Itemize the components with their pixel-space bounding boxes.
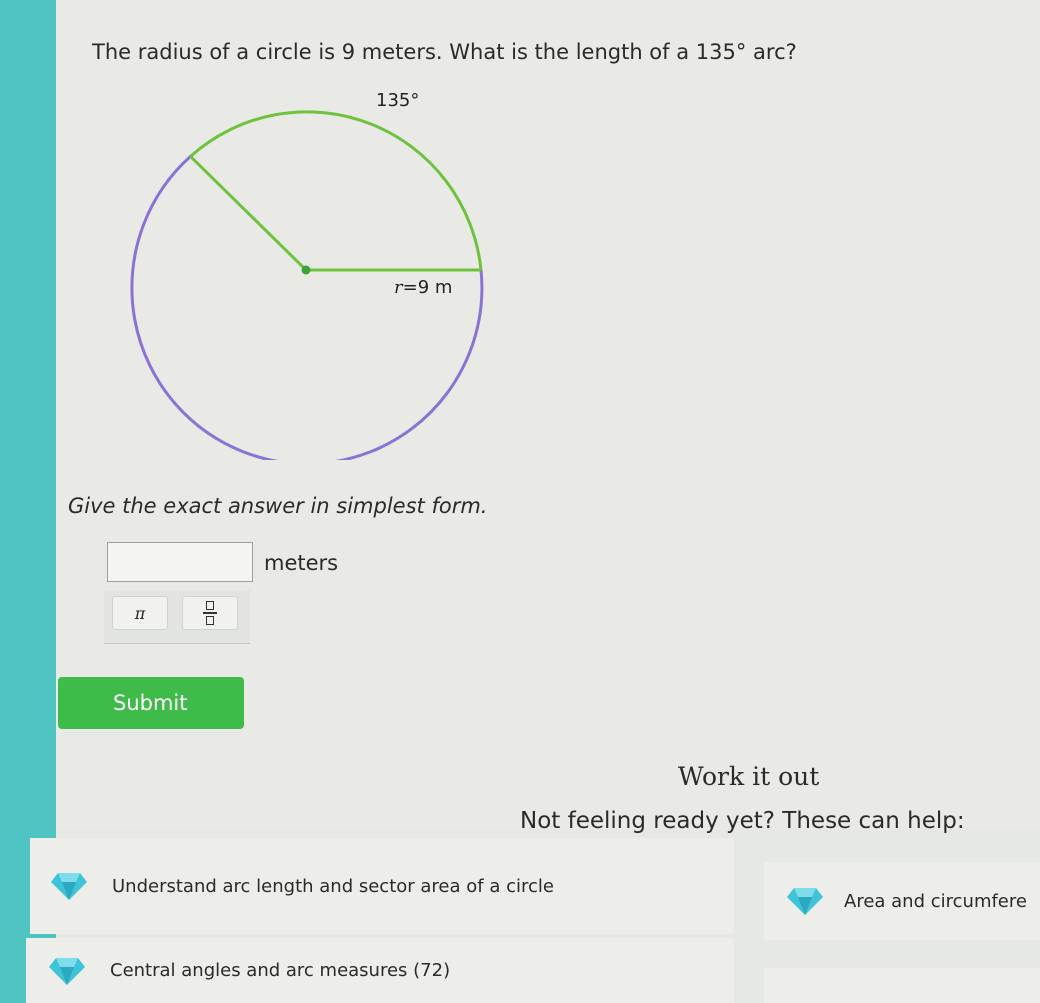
answer-input[interactable] <box>107 542 253 582</box>
help-link-label: Understand arc length and sector area of… <box>112 875 554 897</box>
radius-line-diagonal <box>189 155 308 272</box>
work-it-out-heading: Work it out <box>678 762 820 791</box>
help-link-arc-length[interactable]: Understand arc length and sector area of… <box>30 838 734 934</box>
help-link-label: Central angles and arc measures (72) <box>110 960 451 981</box>
diamond-icon <box>51 873 87 900</box>
help-link-area-circumference[interactable]: Area and circumfere <box>764 862 1040 940</box>
center-point <box>301 265 311 275</box>
help-link-label: Area and circumfere <box>844 890 1027 912</box>
pi-symbol: π <box>134 603 146 623</box>
radius-value: =9 m <box>403 277 453 298</box>
radius-label: r=9 m <box>394 277 452 298</box>
fraction-button[interactable] <box>182 596 238 630</box>
diamond-icon <box>49 957 85 985</box>
arc-angle-label: 135° <box>376 90 419 111</box>
submit-button[interactable]: Submit <box>58 677 244 729</box>
diamond-icon <box>787 888 823 915</box>
instructions-text: Give the exact answer in simplest form. <box>68 494 488 518</box>
question-text: The radius of a circle is 9 meters. What… <box>92 40 797 64</box>
fraction-icon <box>203 601 217 625</box>
math-toolbar: π <box>104 590 250 644</box>
help-link-partial[interactable] <box>764 968 1040 1003</box>
pi-button[interactable]: π <box>112 596 168 630</box>
help-link-central-angles[interactable]: Central angles and arc measures (72) <box>26 938 734 1003</box>
arc-135 <box>189 110 483 271</box>
circle-diagram: 135° r=9 m <box>130 90 484 460</box>
unit-label: meters <box>264 551 339 575</box>
help-subtitle: Not feeling ready yet? These can help: <box>520 808 965 834</box>
circle-remainder <box>130 155 484 460</box>
